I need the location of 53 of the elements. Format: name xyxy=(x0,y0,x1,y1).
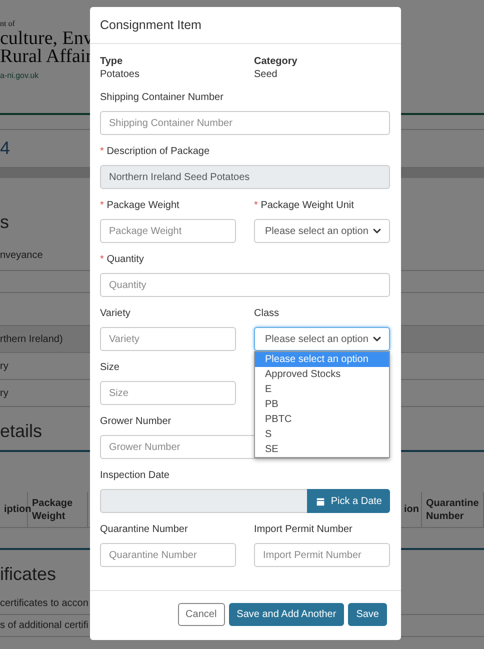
date-field[interactable] xyxy=(100,489,307,513)
cancel-button[interactable]: Cancel xyxy=(178,603,225,626)
text-input[interactable]: Variety xyxy=(100,327,236,351)
dropdown-option[interactable]: Approved Stocks xyxy=(255,367,389,382)
field-label: Class xyxy=(254,307,280,321)
logo-text: culture, Env xyxy=(0,30,93,48)
field-label: Quarantine Number xyxy=(100,523,188,537)
text-input[interactable]: Shipping Container Number xyxy=(100,111,390,135)
step-number: 4 xyxy=(0,138,10,159)
field-label: * Quantity xyxy=(100,253,144,267)
section-heading: s xyxy=(0,212,9,232)
field-label: Shipping Container Number xyxy=(100,91,224,105)
section-heading: ificates xyxy=(0,564,56,584)
logo-text: nt of xyxy=(0,18,15,30)
field-label: Inspection Date xyxy=(100,469,170,483)
field-label: Size xyxy=(100,361,120,375)
summary-value: Seed xyxy=(254,68,278,81)
field-label: * Description of Package xyxy=(100,145,210,159)
save-button[interactable]: Save and Add Another xyxy=(228,603,344,626)
dropdown-option[interactable]: PB xyxy=(255,397,389,412)
save-button[interactable]: Save xyxy=(348,603,387,626)
summary-value: Potatoes xyxy=(100,68,140,81)
summary-label: Category xyxy=(254,55,298,68)
select-dropdown[interactable]: Please select an option xyxy=(254,327,390,351)
text-input[interactable]: Size xyxy=(100,381,236,405)
summary-text: rthern Ireland) xyxy=(0,334,63,344)
dropdown-option[interactable]: E xyxy=(255,382,389,397)
text-input[interactable]: Package Weight xyxy=(100,219,236,243)
section-heading: etails xyxy=(0,421,42,441)
summary-text: ry xyxy=(0,360,8,372)
field-label: * Package Weight xyxy=(100,199,180,213)
body-text: s of additional certifi xyxy=(0,620,88,631)
text-input[interactable]: Quarantine Number xyxy=(100,543,236,567)
dropdown-option[interactable]: PBTC xyxy=(255,412,389,427)
readonly-field: Northern Ireland Seed Potatoes xyxy=(100,165,390,189)
dropdown-option[interactable]: SE xyxy=(255,442,389,457)
column-header: Quarantine Number xyxy=(422,492,484,527)
field-label: Import Permit Number xyxy=(254,523,352,537)
calendar-icon xyxy=(314,496,326,506)
pick-date-button[interactable]: Pick a Date xyxy=(306,489,390,513)
summary-label: Type xyxy=(100,55,123,68)
field-label: * Package Weight Unit xyxy=(254,199,354,213)
select-dropdown[interactable]: Please select an option xyxy=(254,219,390,243)
field-label: Variety xyxy=(100,307,130,321)
field-label: Grower Number xyxy=(100,415,172,429)
text-input[interactable]: Import Permit Number xyxy=(254,543,390,567)
logo-text: Rural Affair xyxy=(0,48,92,66)
summary-text: ry xyxy=(0,388,8,398)
text-input[interactable]: Quantity xyxy=(100,273,390,297)
modal-title: Consignment Item xyxy=(100,18,202,32)
body-text: certificates to accon xyxy=(0,598,88,609)
dropdown-option[interactable]: S xyxy=(255,427,389,442)
summary-text: nveyance xyxy=(0,250,43,261)
